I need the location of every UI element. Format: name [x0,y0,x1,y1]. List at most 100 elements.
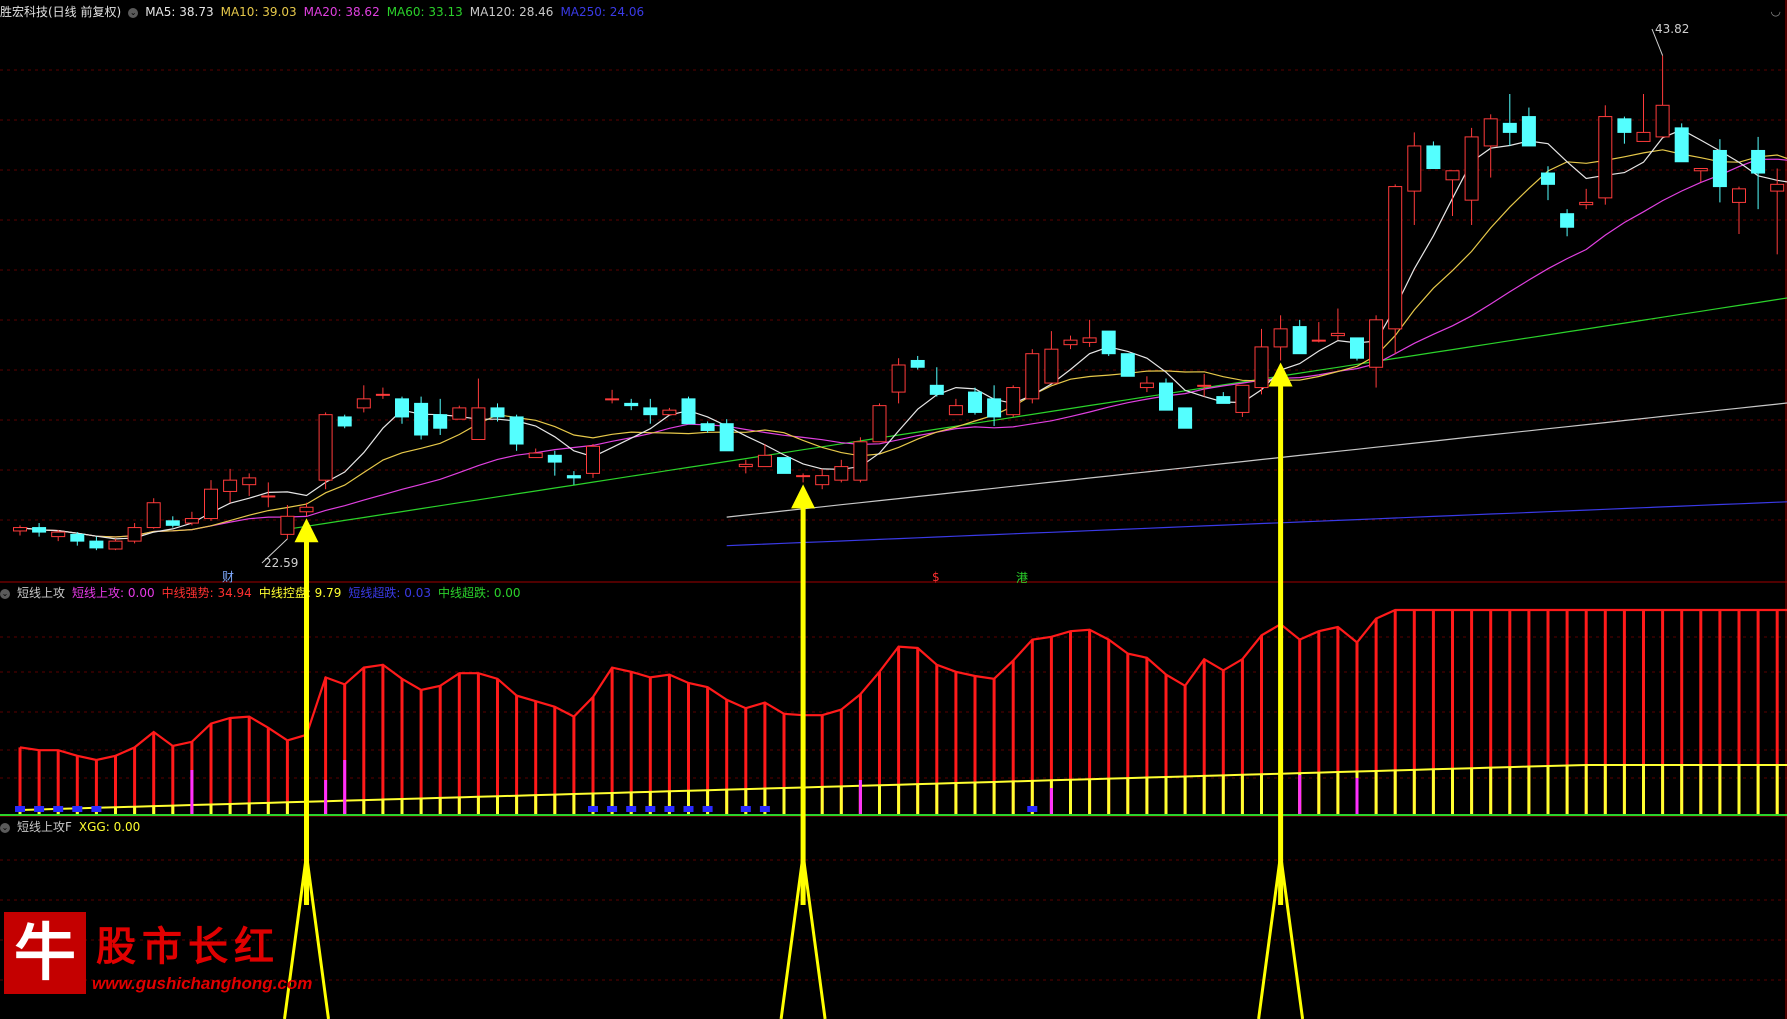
candle-down [1216,396,1231,404]
candle-up [1330,332,1345,337]
candle-up [796,475,811,478]
candle-down [1521,116,1536,147]
candle-down [929,384,944,395]
candle-up [948,405,963,416]
oversold-bar [702,806,713,812]
candle-up [1273,328,1288,348]
candle-down [1350,337,1364,359]
candle-up [318,414,333,481]
candle-down [1502,122,1517,133]
candle-up [662,409,677,416]
oversold-bar [759,806,770,812]
candle-up [1464,136,1479,201]
candle-up [1388,186,1403,330]
ma60-line [287,297,1787,530]
indicator2-header: ⌄ 短线上攻F XGG: 0.00 [0,818,154,836]
panel-menu-icon[interactable]: ◡ [1771,4,1781,18]
candle-down [414,402,429,436]
candle-up [51,531,66,538]
chart-annotations: 43.82 22.59 财 $ 港 [222,22,1689,585]
candle-down [433,414,448,429]
candle-down [1541,172,1555,185]
candle-up [586,445,600,474]
candle-up [1006,387,1021,416]
oversold-bar [588,806,598,812]
finance-marker[interactable]: 财 [222,570,234,584]
sub1-indicator-2: 中线控盘: 9.79 [258,586,342,600]
candle-up [1732,188,1746,203]
candle-up [1025,353,1040,400]
chart-stage: 43.82 22.59 财 $ 港 [0,0,1787,1019]
signal-arrows [294,362,1293,905]
candle-up [299,506,314,513]
candle-up [1407,145,1422,192]
oversold-bar [72,806,83,812]
candle-up [127,527,142,542]
candle-down [547,454,562,463]
candle-up [1044,348,1059,384]
candle-up [1197,384,1212,387]
candle-up [280,515,295,535]
candle-down [509,416,524,445]
candle-down [1712,149,1727,188]
candle-up [834,466,849,481]
low-price-label: 22.59 [264,556,298,570]
candle-up [853,441,868,481]
candle-up [1636,131,1651,142]
sub1-indicator-3: 短线超跌: 0.03 [348,586,431,600]
candle-up [815,475,830,486]
candle-up [1655,104,1670,138]
chevron-circle-icon[interactable]: ⌄ [0,588,10,599]
candle-up [223,479,238,492]
candle-up [184,518,199,524]
candle-up [738,463,753,468]
main-indicator-3: MA60: 33.13 [386,5,463,19]
main-indicator-0: MA5: 38.73 [145,5,214,19]
candle-up [891,364,906,393]
candle-up [108,540,123,550]
oversold-bar [607,806,618,812]
oversold-bar [91,806,102,812]
candle-up [13,527,27,532]
watermark-logo: 牛 股市长红 www.gushichanghong.com [0,910,313,1010]
hk-connect-marker[interactable]: 港 [1016,571,1028,585]
candle-down [910,359,925,368]
candle-down [165,520,180,526]
high-price-label: 43.82 [1655,22,1689,36]
candle-down [1560,213,1575,228]
candle-down [1120,353,1135,377]
sub2-indicator-0: XGG: 0.00 [78,820,141,834]
chevron-circle-icon[interactable]: ⌄ [0,822,10,833]
ma5-line [19,129,1787,540]
candle-down [395,398,409,418]
grid-lines [0,0,1787,1019]
oversold-bar [53,806,64,812]
candle-down [1159,382,1173,411]
candle-down [1751,149,1766,174]
chevron-circle-icon[interactable]: ⌄ [128,7,139,18]
control-line [19,764,1787,811]
candle-up [375,393,390,396]
oversold-bar [626,806,637,812]
candle-down [1101,330,1116,355]
strong-line [19,608,1787,762]
candle-up [1445,170,1460,181]
candle-down [89,540,104,549]
candle-up [1579,201,1594,206]
candle-down [643,407,658,416]
logo-url: www.gushichanghong.com [92,974,313,993]
candle-up [1369,319,1384,368]
candle-down [337,416,352,427]
candle-up [1483,118,1498,147]
dividend-marker[interactable]: $ [932,570,940,584]
signal-arrow-head [294,518,319,543]
main-indicator-2: MA20: 38.62 [303,5,380,19]
candle-up [1693,168,1708,172]
candle-down [624,402,639,407]
oversold-bar [664,806,675,812]
candle-up [1770,183,1785,192]
candle-down [1426,145,1441,170]
candle-down [681,398,696,425]
ma10-line [19,149,1787,538]
moving-average-lines [19,129,1787,547]
